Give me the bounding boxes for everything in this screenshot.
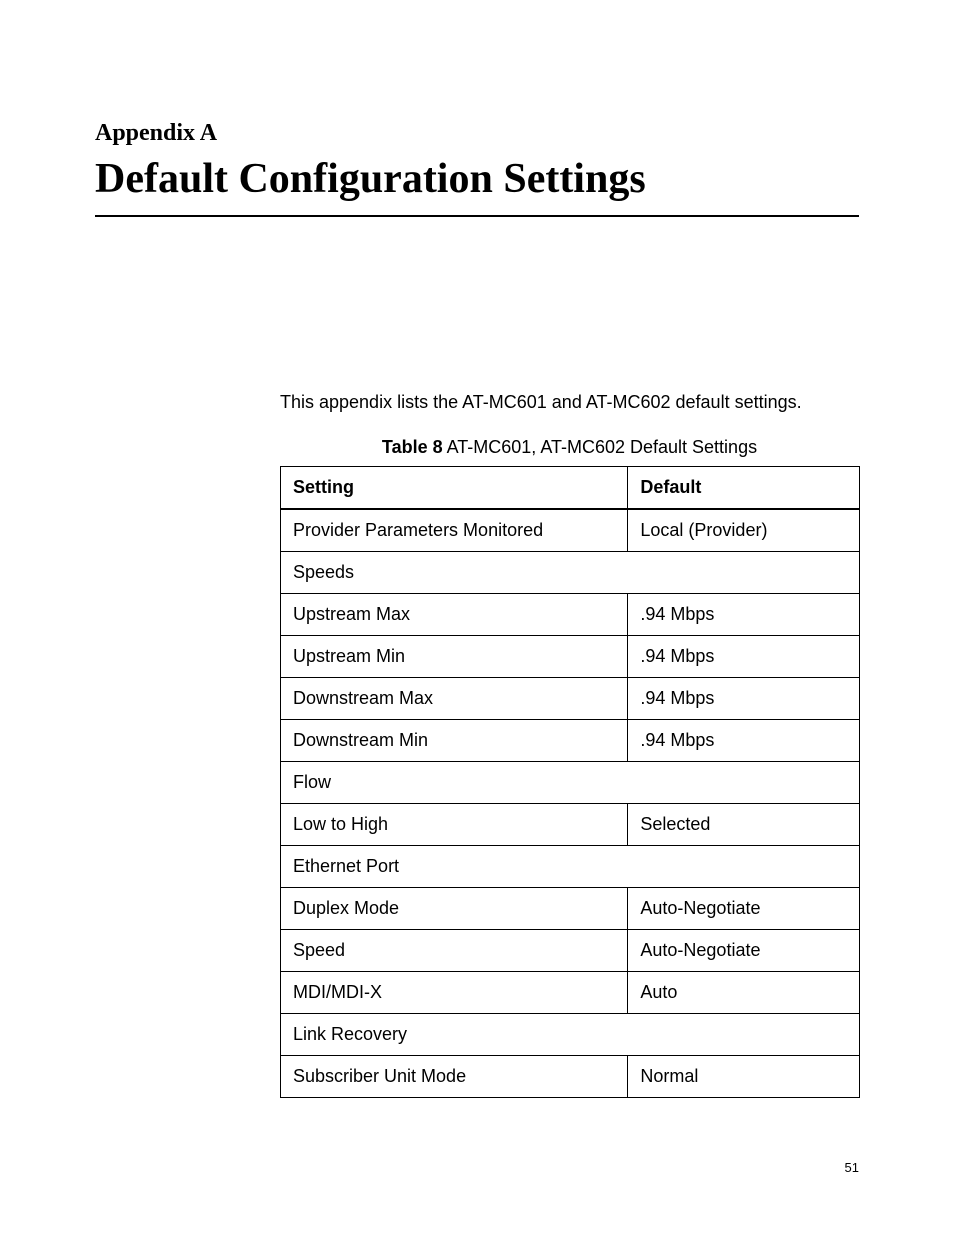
appendix-label: Appendix A xyxy=(95,120,859,147)
table-header-row: Setting Default xyxy=(281,467,860,510)
table-row: Ethernet Port xyxy=(281,846,860,888)
table-cell-setting: Duplex Mode xyxy=(281,888,628,930)
table-row: Subscriber Unit ModeNormal xyxy=(281,1056,860,1098)
table-row: SpeedAuto-Negotiate xyxy=(281,930,860,972)
table-cell-setting: Subscriber Unit Mode xyxy=(281,1056,628,1098)
table-row: Upstream Max.94 Mbps xyxy=(281,594,860,636)
table-row: Provider Parameters MonitoredLocal (Prov… xyxy=(281,509,860,552)
table-row: MDI/MDI-XAuto xyxy=(281,972,860,1014)
table-row: Downstream Max.94 Mbps xyxy=(281,678,860,720)
table-cell-default: .94 Mbps xyxy=(628,720,860,762)
table-row: Flow xyxy=(281,762,860,804)
table-cell-default: Auto-Negotiate xyxy=(628,888,860,930)
page-title: Default Configuration Settings xyxy=(95,155,859,217)
intro-paragraph: This appendix lists the AT-MC601 and AT-… xyxy=(280,392,859,413)
table-cell-setting: Low to High xyxy=(281,804,628,846)
table-cell-default: Auto-Negotiate xyxy=(628,930,860,972)
table-row: Downstream Min.94 Mbps xyxy=(281,720,860,762)
table-caption-text: AT-MC601, AT-MC602 Default Settings xyxy=(443,437,757,457)
table-cell-default: Normal xyxy=(628,1056,860,1098)
table-cell-setting: Downstream Max xyxy=(281,678,628,720)
table-cell-setting: Flow xyxy=(281,762,860,804)
table-cell-default: Local (Provider) xyxy=(628,509,860,552)
table-row: Duplex ModeAuto-Negotiate xyxy=(281,888,860,930)
table-caption-label: Table 8 xyxy=(382,437,443,457)
table-header-setting: Setting xyxy=(281,467,628,510)
table-caption: Table 8 AT-MC601, AT-MC602 Default Setti… xyxy=(280,437,859,458)
table-row: Link Recovery xyxy=(281,1014,860,1056)
table-row: Speeds xyxy=(281,552,860,594)
table-cell-setting: Downstream Min xyxy=(281,720,628,762)
table-cell-setting: Speeds xyxy=(281,552,860,594)
table-cell-setting: Link Recovery xyxy=(281,1014,860,1056)
table-cell-default: .94 Mbps xyxy=(628,678,860,720)
table-cell-default: .94 Mbps xyxy=(628,594,860,636)
table-cell-setting: Ethernet Port xyxy=(281,846,860,888)
table-cell-default: .94 Mbps xyxy=(628,636,860,678)
table-cell-setting: Upstream Min xyxy=(281,636,628,678)
table-cell-setting: Upstream Max xyxy=(281,594,628,636)
table-header-default: Default xyxy=(628,467,860,510)
table-row: Low to HighSelected xyxy=(281,804,860,846)
table-cell-setting: Provider Parameters Monitored xyxy=(281,509,628,552)
table-cell-setting: MDI/MDI-X xyxy=(281,972,628,1014)
table-cell-default: Selected xyxy=(628,804,860,846)
table-cell-setting: Speed xyxy=(281,930,628,972)
page-content: Appendix A Default Configuration Setting… xyxy=(0,0,954,1098)
page-number: 51 xyxy=(845,1160,859,1175)
table-cell-default: Auto xyxy=(628,972,860,1014)
settings-table: Setting Default Provider Parameters Moni… xyxy=(280,466,860,1098)
table-body: Provider Parameters MonitoredLocal (Prov… xyxy=(281,509,860,1098)
table-row: Upstream Min.94 Mbps xyxy=(281,636,860,678)
